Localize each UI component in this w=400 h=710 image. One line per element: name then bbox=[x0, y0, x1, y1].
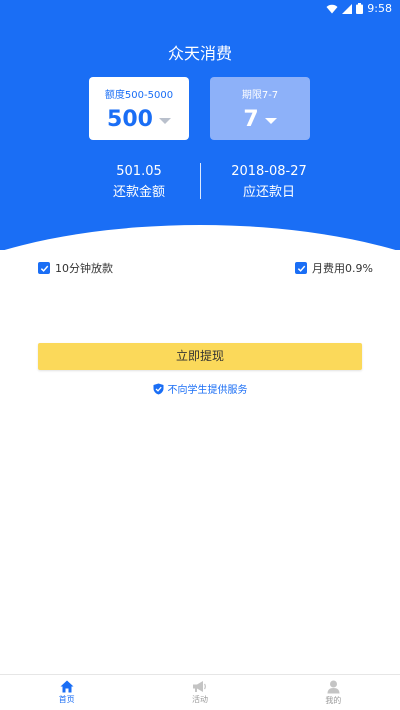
term-range-label: 期限7-7 bbox=[241, 90, 279, 101]
repay-amount-block: 501.05 还款金额 bbox=[69, 164, 209, 200]
tab-home[interactable]: 首页 bbox=[0, 675, 133, 710]
repay-amount-label: 还款金额 bbox=[112, 185, 165, 200]
wifi-icon bbox=[326, 4, 338, 13]
repay-date-block: 2018-08-27 应还款日 bbox=[199, 164, 339, 200]
monthly-fee-option[interactable]: 月费用0.9% bbox=[295, 260, 373, 276]
status-time: 9:58 bbox=[367, 2, 392, 15]
page-title: 众天消费 bbox=[167, 44, 232, 63]
shield-check-icon bbox=[153, 383, 163, 394]
home-icon bbox=[60, 680, 74, 693]
repay-date-label: 应还款日 bbox=[242, 185, 295, 200]
user-icon bbox=[327, 680, 340, 693]
tab-mine-label: 我的 bbox=[325, 695, 342, 705]
tab-activity[interactable]: 活动 bbox=[133, 675, 266, 710]
bottom-tab-bar: 首页 活动 我的 bbox=[0, 674, 400, 710]
fast-loan-option[interactable]: 10分钟放款 bbox=[38, 260, 113, 276]
chevron-down-icon bbox=[158, 117, 171, 124]
check-icon bbox=[297, 265, 305, 272]
status-bar: 9:58 bbox=[0, 0, 400, 18]
term-value: 7 bbox=[243, 107, 259, 132]
check-icon bbox=[40, 265, 48, 272]
amount-value: 500 bbox=[107, 107, 153, 132]
megaphone-icon bbox=[193, 681, 207, 692]
tab-activity-label: 活动 bbox=[191, 695, 208, 704]
withdraw-button[interactable]: 立即提现 bbox=[38, 343, 362, 370]
signal-icon bbox=[342, 3, 353, 14]
monthly-fee-label: 月费用0.9% bbox=[312, 262, 373, 275]
header-banner bbox=[0, 0, 400, 250]
banner-curve bbox=[0, 225, 400, 250]
battery-icon bbox=[356, 3, 364, 14]
repay-date-value: 2018-08-27 bbox=[231, 164, 307, 179]
chevron-down-icon bbox=[264, 117, 277, 124]
tab-mine[interactable]: 我的 bbox=[267, 675, 400, 710]
student-notice: 不向学生提供服务 bbox=[0, 381, 400, 396]
checkbox-checked[interactable] bbox=[295, 262, 307, 274]
checkbox-checked[interactable] bbox=[38, 262, 50, 274]
amount-selector[interactable]: 额度500-5000 500 bbox=[89, 77, 189, 140]
tab-home-label: 首页 bbox=[58, 695, 75, 704]
term-selector[interactable]: 期限7-7 7 bbox=[210, 77, 310, 140]
student-notice-text: 不向学生提供服务 bbox=[167, 385, 248, 396]
fast-loan-label: 10分钟放款 bbox=[55, 262, 113, 275]
repay-amount-value: 501.05 bbox=[116, 164, 162, 179]
amount-range-label: 额度500-5000 bbox=[104, 90, 174, 101]
